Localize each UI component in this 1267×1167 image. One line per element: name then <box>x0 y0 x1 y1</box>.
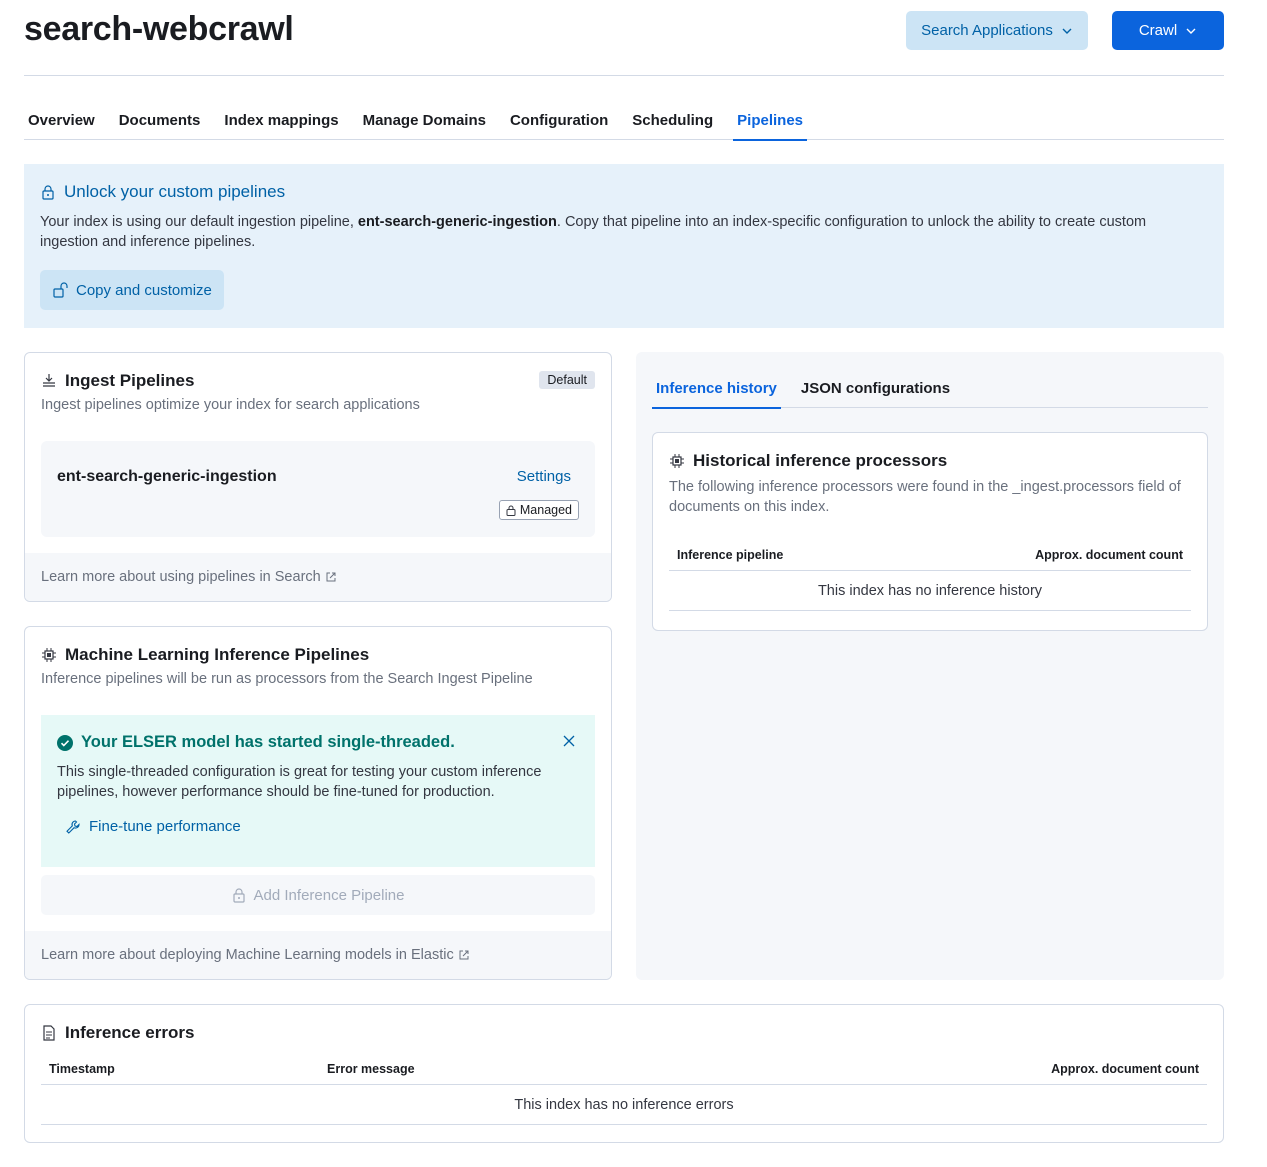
lock-icon <box>232 887 245 903</box>
copy-and-customize-label: Copy and customize <box>76 281 212 299</box>
ingest-pipelines-title: Ingest Pipelines <box>41 371 595 391</box>
inference-errors-title-text: Inference errors <box>65 1023 195 1042</box>
ml-inference-panel: Machine Learning Inference Pipelines Inf… <box>24 626 612 980</box>
external-link-icon <box>459 950 469 960</box>
tab-index-mappings[interactable]: Index mappings <box>220 100 342 140</box>
ingest-pipelines-subtitle: Ingest pipelines optimize your index for… <box>41 397 420 413</box>
tab-inference-history[interactable]: Inference history <box>652 368 781 409</box>
column-approx-doc-count[interactable]: Approx. document count <box>1035 548 1183 562</box>
inference-history-panel: Inference history JSON configurations Hi… <box>636 352 1224 980</box>
search-applications-button[interactable]: Search Applications <box>906 11 1088 50</box>
add-inference-pipeline-label: Add Inference Pipeline <box>253 886 405 904</box>
lock-icon <box>42 185 54 200</box>
default-badge: Default <box>539 371 595 389</box>
tab-manage-domains[interactable]: Manage Domains <box>359 100 490 140</box>
success-title: Your ELSER model has started single-thre… <box>57 733 579 752</box>
unlock-pipelines-callout: Unlock your custom pipelines Your index … <box>24 164 1224 328</box>
pipelines-learn-more-text: Learn more about using pipelines in Sear… <box>41 569 321 585</box>
success-body: This single-threaded configuration is gr… <box>57 764 542 800</box>
callout-title: Unlock your custom pipelines <box>40 182 1208 202</box>
tab-documents[interactable]: Documents <box>115 100 205 140</box>
ml-inference-title: Machine Learning Inference Pipelines <box>41 645 595 665</box>
inference-errors-title: Inference errors <box>41 1023 1207 1043</box>
column-error-message[interactable]: Error message <box>327 1062 1051 1076</box>
callout-body-prefix: Your index is using our default ingestio… <box>40 214 358 230</box>
check-circle-icon <box>57 734 73 751</box>
search-applications-label: Search Applications <box>921 22 1053 39</box>
ml-learn-more-text: Learn more about deploying Machine Learn… <box>41 947 454 963</box>
chevron-down-icon <box>1062 28 1072 34</box>
ml-inference-subtitle: Inference pipelines will be run as proce… <box>41 671 533 687</box>
index-tabs: Overview Documents Index mappings Manage… <box>24 100 1224 141</box>
page-title: search-webcrawl <box>24 10 294 48</box>
ml-learn-more-link[interactable]: Learn more about deploying Machine Learn… <box>25 931 611 979</box>
ingest-pipelines-title-text: Ingest Pipelines <box>65 371 195 390</box>
settings-link[interactable]: Settings <box>517 468 571 485</box>
callout-title-text: Unlock your custom pipelines <box>64 182 286 201</box>
crawl-button[interactable]: Crawl <box>1112 11 1224 50</box>
close-icon[interactable] <box>563 735 575 747</box>
ingest-pipelines-panel: Ingest Pipelines Ingest pipelines optimi… <box>24 352 612 602</box>
tab-scheduling[interactable]: Scheduling <box>628 100 717 140</box>
inference-tabs: Inference history JSON configurations <box>652 368 1208 409</box>
add-inference-pipeline-button[interactable]: Add Inference Pipeline <box>41 875 595 915</box>
historical-processors-title: Historical inference processors <box>669 451 1191 471</box>
document-icon <box>43 1025 55 1041</box>
tab-configuration[interactable]: Configuration <box>506 100 612 140</box>
header-divider <box>24 75 1224 76</box>
callout-body: Your index is using our default ingestio… <box>40 212 1200 252</box>
lock-icon <box>506 505 516 516</box>
history-table: Inference pipeline Approx. document coun… <box>669 539 1191 611</box>
elser-success-callout: Your ELSER model has started single-thre… <box>41 715 595 867</box>
callout-pipeline-name: ent-search-generic-ingestion <box>357 214 557 230</box>
pipeline-icon <box>43 374 55 387</box>
pipelines-learn-more-link[interactable]: Learn more about using pipelines in Sear… <box>25 553 611 601</box>
historical-processors-card: Historical inference processors The foll… <box>652 432 1208 631</box>
column-inference-pipeline[interactable]: Inference pipeline <box>677 548 783 562</box>
managed-badge-label: Managed <box>519 503 572 517</box>
history-table-header: Inference pipeline Approx. document coun… <box>669 539 1191 571</box>
wrench-icon <box>66 819 80 834</box>
pipeline-card: ent-search-generic-ingestion Settings Ma… <box>41 441 595 537</box>
success-title-text: Your ELSER model has started single-thre… <box>81 733 455 751</box>
managed-badge: Managed <box>498 500 579 520</box>
column-timestamp[interactable]: Timestamp <box>49 1062 327 1076</box>
tab-pipelines[interactable]: Pipelines <box>733 100 807 141</box>
errors-table-header: Timestamp Error message Approx. document… <box>41 1053 1207 1085</box>
chip-icon <box>670 454 684 468</box>
tab-json-configurations[interactable]: JSON configurations <box>797 368 954 408</box>
inference-errors-panel: Inference errors Timestamp Error message… <box>24 1004 1224 1143</box>
unlock-icon <box>53 282 68 298</box>
history-empty-message: This index has no inference history <box>669 571 1191 611</box>
copy-and-customize-button[interactable]: Copy and customize <box>40 270 224 310</box>
errors-empty-message: This index has no inference errors <box>41 1085 1207 1125</box>
fine-tune-performance-label: Fine-tune performance <box>89 818 241 835</box>
external-link-icon <box>326 572 336 582</box>
tab-overview[interactable]: Overview <box>24 100 99 140</box>
chevron-down-icon <box>1186 28 1196 34</box>
column-approx-doc-count[interactable]: Approx. document count <box>1051 1062 1199 1076</box>
pipeline-name: ent-search-generic-ingestion <box>57 468 277 485</box>
chip-icon <box>42 648 56 662</box>
ml-inference-title-text: Machine Learning Inference Pipelines <box>65 645 370 664</box>
fine-tune-performance-link[interactable]: Fine-tune performance <box>65 818 579 835</box>
crawl-label: Crawl <box>1138 22 1178 39</box>
historical-processors-subtitle: The following inference processors were … <box>669 479 1181 515</box>
historical-processors-title-text: Historical inference processors <box>693 451 948 470</box>
